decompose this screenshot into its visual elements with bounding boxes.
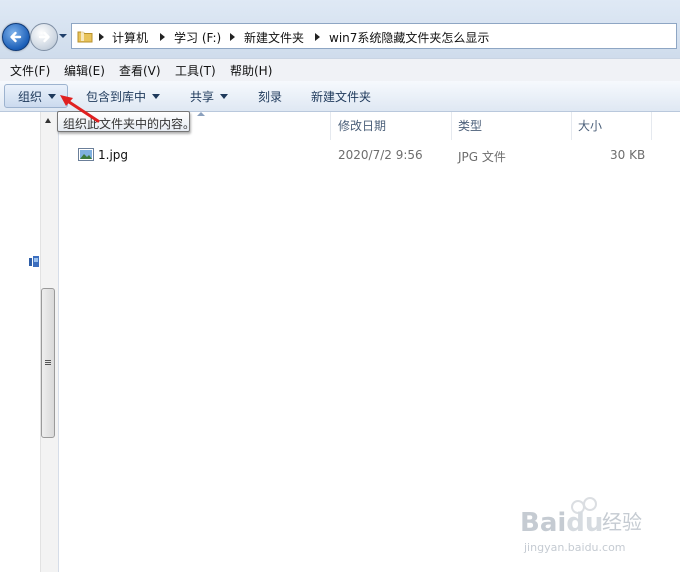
include-chevron-down-icon	[152, 94, 161, 99]
breadcrumb-new-folder[interactable]: 新建文件夹	[244, 29, 304, 46]
breadcrumb-separator-icon[interactable]	[160, 33, 165, 41]
organize-button-label[interactable]: 组织	[18, 88, 57, 105]
column-divider[interactable]	[571, 112, 572, 140]
organize-label: 组织	[18, 90, 43, 104]
column-header-type[interactable]: 类型	[458, 117, 482, 134]
watermark-brand: Baidu	[520, 508, 603, 538]
scroll-up-icon[interactable]	[45, 118, 51, 123]
network-icon[interactable]	[29, 256, 40, 268]
menu-file[interactable]: 文件(F)	[10, 62, 50, 79]
command-bar: 组织 包含到库中 共享 刻录 新建文件夹	[0, 81, 680, 112]
folder-icon	[77, 31, 93, 43]
column-header-size[interactable]: 大小	[578, 117, 602, 134]
menu-view[interactable]: 查看(V)	[119, 62, 161, 79]
column-divider[interactable]	[651, 112, 652, 140]
new-folder-button[interactable]: 新建文件夹	[311, 88, 371, 105]
file-name[interactable]: 1.jpg	[98, 148, 128, 162]
sort-ascending-icon	[197, 112, 205, 116]
breadcrumb-computer[interactable]: 计算机	[112, 29, 148, 46]
file-size: 30 KB	[610, 148, 646, 162]
grip-line	[45, 362, 51, 363]
breadcrumb-drive[interactable]: 学习 (F:)	[174, 29, 221, 46]
forward-arrow-icon	[38, 31, 50, 43]
share-label: 共享	[190, 90, 215, 104]
burn-button[interactable]: 刻录	[258, 88, 282, 105]
menu-tools[interactable]: 工具(T)	[175, 62, 216, 79]
forward-button[interactable]	[30, 23, 58, 51]
watermark-url: jingyan.baidu.com	[523, 541, 626, 554]
annotation-arrow-icon	[60, 95, 100, 123]
address-bar[interactable]: 计算机 学习 (F:) 新建文件夹 win7系统隐藏文件夹怎么显示	[71, 23, 677, 49]
grip-line	[45, 364, 51, 365]
scrollbar-thumb[interactable]	[41, 288, 55, 438]
organize-chevron-down-icon	[48, 94, 57, 99]
breadcrumb-separator-icon[interactable]	[230, 33, 235, 41]
breadcrumb-separator-icon[interactable]	[315, 33, 320, 41]
image-file-icon	[78, 148, 94, 161]
watermark-brand-cn: 经验	[602, 510, 642, 534]
back-arrow-icon	[10, 31, 22, 43]
column-divider[interactable]	[451, 112, 452, 140]
menu-bar: 文件(F) 编辑(E) 查看(V) 工具(T) 帮助(H)	[0, 58, 680, 81]
back-button[interactable]	[2, 23, 30, 51]
breadcrumb-separator-icon[interactable]	[99, 33, 104, 41]
menu-edit[interactable]: 编辑(E)	[64, 62, 105, 79]
grip-line	[45, 360, 51, 361]
column-header-date-modified[interactable]: 修改日期	[338, 117, 386, 134]
title-bar: 计算机 学习 (F:) 新建文件夹 win7系统隐藏文件夹怎么显示	[0, 0, 680, 58]
share-chevron-down-icon	[220, 94, 229, 99]
menu-help[interactable]: 帮助(H)	[230, 62, 272, 79]
breadcrumb-current-folder[interactable]: win7系统隐藏文件夹怎么显示	[329, 29, 489, 46]
baidu-watermark-logo: Baidu 经验 jingyan.baidu.com	[520, 497, 642, 554]
recent-pages-chevron-down-icon[interactable]	[58, 31, 68, 41]
file-date: 2020/7/2 9:56	[338, 148, 423, 162]
file-type: JPG 文件	[458, 150, 506, 164]
column-divider[interactable]	[330, 112, 331, 140]
share-button[interactable]: 共享	[190, 88, 229, 105]
